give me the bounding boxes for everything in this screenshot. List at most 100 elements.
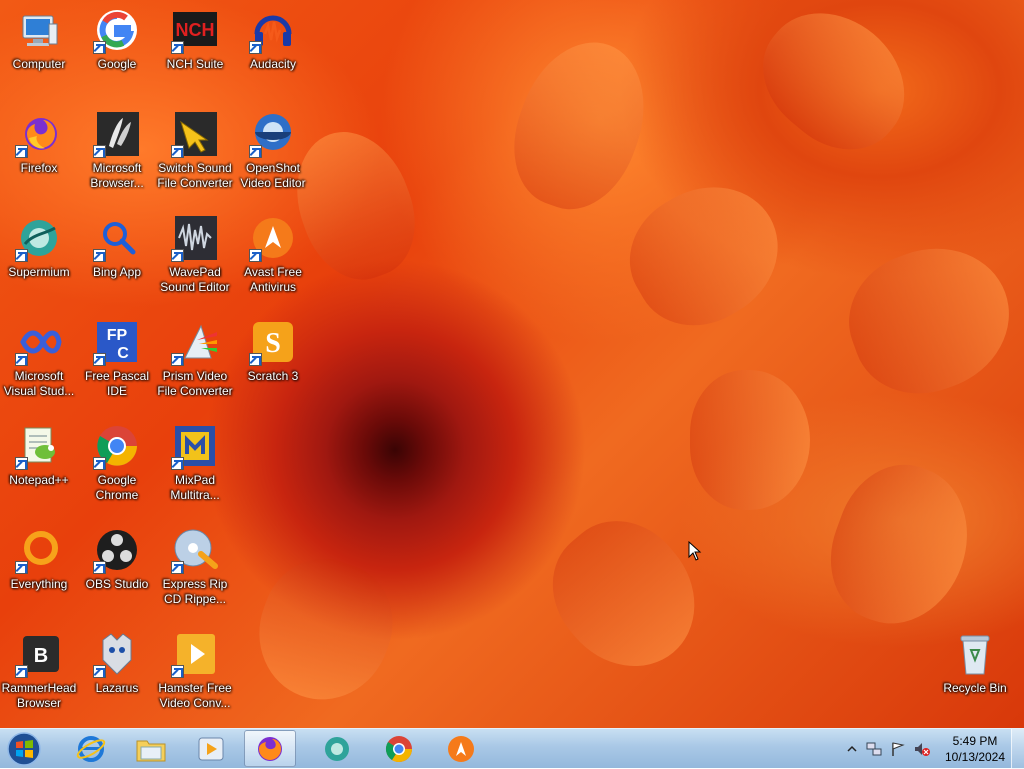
desktop-icon-label: Google <box>97 57 137 71</box>
lazarus-icon <box>93 630 141 678</box>
desktop-icon-label: Recycle Bin <box>943 681 1007 695</box>
desktop-icon-supermium[interactable]: Supermium <box>0 208 78 312</box>
shortcut-arrow-icon <box>15 353 28 366</box>
desktop-icon-label: Switch Sound File Converter <box>157 161 233 190</box>
desktop-icon-label: Microsoft Visual Stud... <box>3 369 75 398</box>
desktop-icon-label: Express Rip CD Rippe... <box>162 577 228 606</box>
shortcut-arrow-icon <box>171 249 184 262</box>
computer-icon <box>15 6 63 54</box>
show-hidden-icons-chevron-icon[interactable] <box>844 741 860 757</box>
svg-text:S: S <box>265 328 281 359</box>
desktop-icon-label: Firefox <box>20 161 58 175</box>
desktop-icon-label: Bing App <box>92 265 142 279</box>
desktop-icon-avast[interactable]: Avast Free Antivirus <box>234 208 312 312</box>
bing-app-icon <box>93 214 141 262</box>
show-desktop-button[interactable] <box>1011 729 1024 769</box>
desktop-icon-lazarus[interactable]: Lazarus <box>78 624 156 728</box>
shortcut-arrow-icon <box>249 145 262 158</box>
desktop-icon-openshot[interactable]: OpenShot Video Editor <box>234 104 312 208</box>
shortcut-arrow-icon <box>15 561 28 574</box>
wavepad-icon <box>171 214 219 262</box>
system-clock[interactable]: 5:49 PM 10/13/2024 <box>940 733 1010 765</box>
desktop-icon-mixpad[interactable]: MixPad Multitra... <box>156 416 234 520</box>
shortcut-arrow-icon <box>249 249 262 262</box>
desktop-icon-label: Audacity <box>249 57 297 71</box>
desktop-icon-everything[interactable]: Everything <box>0 520 78 624</box>
windows-logo-icon <box>7 731 41 766</box>
desktop-icon-switch-sound[interactable]: Switch Sound File Converter <box>156 104 234 208</box>
rammerhead-icon: B <box>15 630 63 678</box>
svg-text:C: C <box>117 345 129 362</box>
desktop-icon-bing-app[interactable]: Bing App <box>78 208 156 312</box>
shortcut-arrow-icon <box>15 457 28 470</box>
firefox-taskbar-icon <box>258 736 282 761</box>
desktop-icon-audacity[interactable]: Audacity <box>234 0 312 104</box>
google-icon <box>93 6 141 54</box>
wallpaper-petal <box>494 24 666 226</box>
shortcut-arrow-icon <box>93 41 106 54</box>
desktop-icon-google[interactable]: Google <box>78 0 156 104</box>
desktop-icon-rammerhead[interactable]: B RammerHead Browser <box>0 624 78 728</box>
volume-muted-icon[interactable] <box>914 741 930 757</box>
desktop-icon-label: MixPad Multitra... <box>170 473 220 502</box>
shortcut-arrow-icon <box>93 665 106 678</box>
desktop-icon-prism[interactable]: Prism Video File Converter <box>156 312 234 416</box>
everything-icon <box>15 526 63 574</box>
taskbar-internet-explorer[interactable] <box>62 730 120 767</box>
shortcut-arrow-icon <box>171 665 184 678</box>
desktop-icon-label: OBS Studio <box>85 577 149 591</box>
desktop-icon-microsoft-browser[interactable]: Microsoft Browser... <box>78 104 156 208</box>
desktop-icon-label: RammerHead Browser <box>1 681 77 710</box>
mixpad-icon <box>171 422 219 470</box>
desktop-icon-free-pascal[interactable]: FP C Free Pascal IDE <box>78 312 156 416</box>
shortcut-arrow-icon <box>15 665 28 678</box>
desktop-icon-nch-suite[interactable]: NCH NCH Suite <box>156 0 234 104</box>
chrome-icon <box>93 422 141 470</box>
prism-icon <box>171 318 219 366</box>
desktop-icon-label: Avast Free Antivirus <box>244 265 302 294</box>
mouse-cursor-icon <box>688 541 702 561</box>
shortcut-arrow-icon <box>171 457 184 470</box>
taskbar-chrome[interactable] <box>370 730 428 767</box>
desktop-icon-label: Scratch 3 <box>247 369 299 383</box>
taskbar-avast[interactable] <box>432 730 490 767</box>
taskbar-supermium[interactable] <box>308 730 366 767</box>
desktop-icon-label: Everything <box>10 577 68 591</box>
desktop-icon-label: WavePad Sound Editor <box>160 265 230 294</box>
recycle-bin-icon <box>951 630 999 678</box>
notepadpp-icon <box>15 422 63 470</box>
desktop-icon-obs[interactable]: OBS Studio <box>78 520 156 624</box>
wallpaper-petal <box>830 226 1024 414</box>
desktop-icon-recycle-bin[interactable]: Recycle Bin <box>936 624 1014 728</box>
audacity-icon <box>249 6 297 54</box>
desktop-icon-notepadpp[interactable]: Notepad++ <box>0 416 78 520</box>
desktop-icon-hamster[interactable]: Hamster Free Video Conv... <box>156 624 234 728</box>
nch-suite-icon: NCH <box>171 6 219 54</box>
desktop-icon-computer[interactable]: Computer <box>0 0 78 104</box>
desktop-icon-firefox[interactable]: Firefox <box>0 104 78 208</box>
taskbar-firefox[interactable] <box>244 730 296 767</box>
desktop-icon-chrome[interactable]: Google Chrome <box>78 416 156 520</box>
shortcut-arrow-icon <box>171 145 184 158</box>
desktop-wallpaper: Computer Firefox Supermium Microsoft Vis… <box>0 0 1024 728</box>
desktop-icon-label: Prism Video File Converter <box>157 369 233 398</box>
action-center-flag-icon[interactable] <box>890 741 906 757</box>
desktop-icon-label: Free Pascal IDE <box>84 369 150 398</box>
network-icon[interactable] <box>866 741 882 757</box>
wallpaper-petal <box>811 447 989 643</box>
clock-date: 10/13/2024 <box>944 750 1006 764</box>
wallpaper-petal <box>607 161 803 349</box>
obs-icon <box>93 526 141 574</box>
desktop-icon-label: Google Chrome <box>95 473 139 502</box>
desktop-icon-express-rip[interactable]: Express Rip CD Rippe... <box>156 520 234 624</box>
desktop-icon-visual-studio[interactable]: Microsoft Visual Stud... <box>0 312 78 416</box>
desktop-icon-scratch[interactable]: S Scratch 3 <box>234 312 312 416</box>
desktop-icon-wavepad[interactable]: WavePad Sound Editor <box>156 208 234 312</box>
start-button[interactable] <box>4 730 44 767</box>
hamster-icon <box>171 630 219 678</box>
shortcut-arrow-icon <box>15 145 28 158</box>
openshot-icon <box>249 110 297 158</box>
taskbar-media-player[interactable] <box>182 730 240 767</box>
desktop-icon-label: Hamster Free Video Conv... <box>158 681 232 710</box>
taskbar-file-explorer[interactable] <box>122 730 180 767</box>
